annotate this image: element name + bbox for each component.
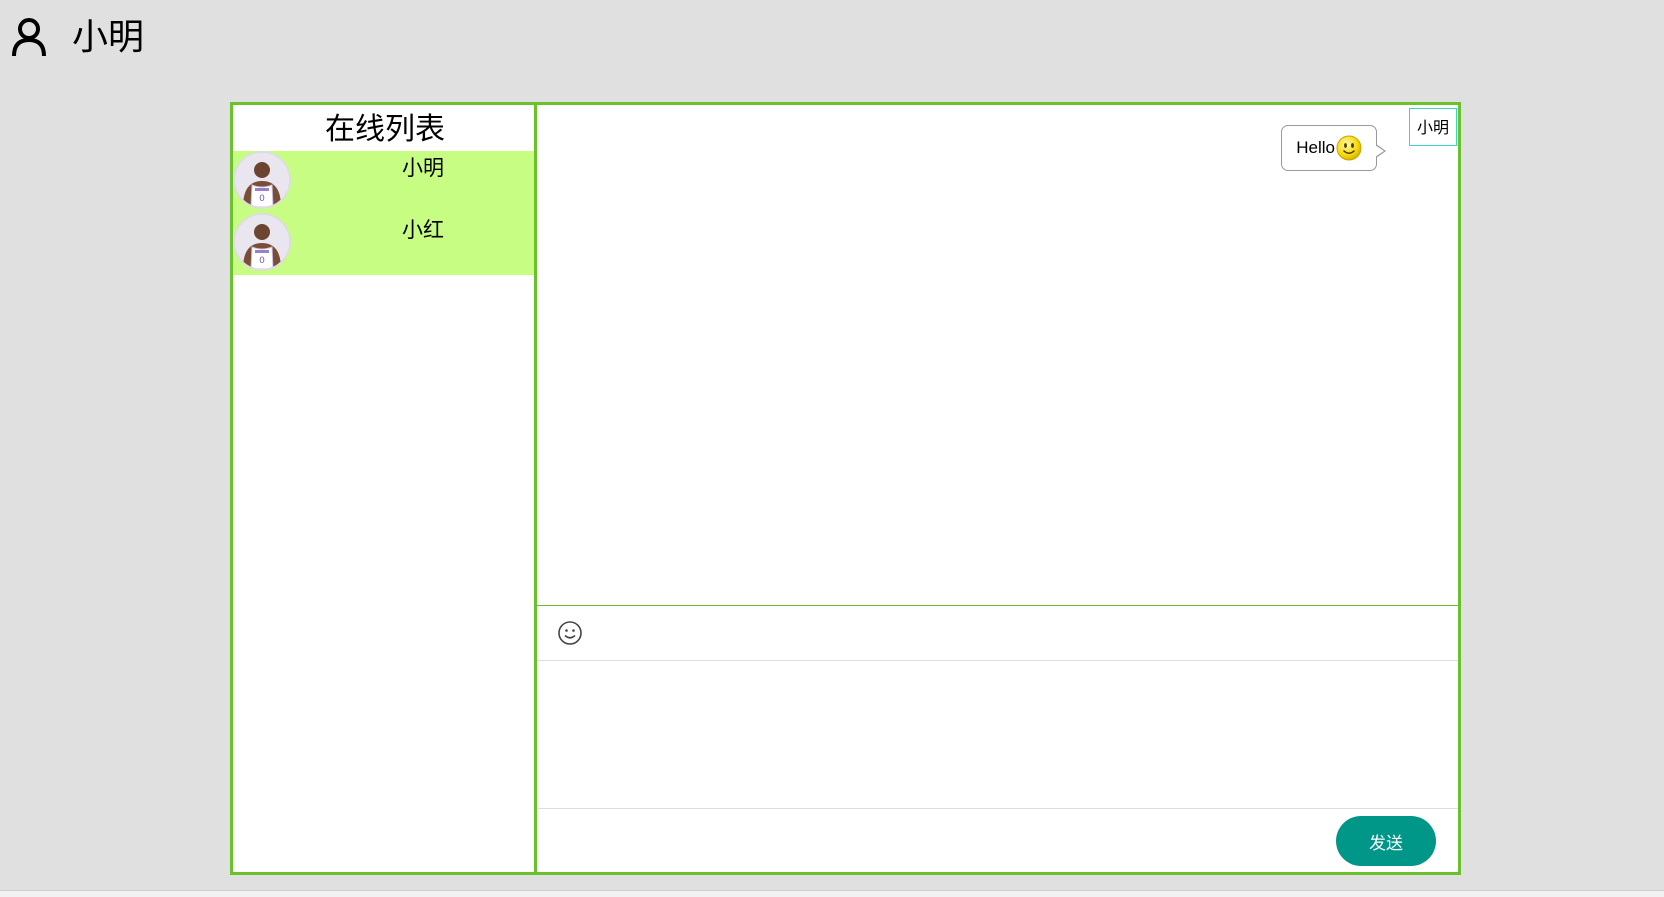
user-list-name: 小明 [402, 156, 444, 180]
user-list-item[interactable]: 0 小红 [233, 213, 534, 275]
avatar: 0 [235, 215, 289, 269]
online-user-list: 0 小明 0 小红 [233, 151, 534, 275]
user-icon [12, 18, 46, 57]
bubble-tail [1375, 144, 1386, 158]
user-list-name: 小红 [402, 218, 444, 242]
avatar: 0 [235, 153, 289, 207]
sidebar-title: 在线列表 [325, 112, 445, 147]
user-list-item[interactable]: 0 小明 [233, 151, 534, 213]
message-list[interactable]: Hello 小明 [537, 105, 1458, 606]
smiley-icon[interactable] [557, 620, 583, 646]
smiley-emoji-icon [1336, 135, 1362, 161]
chat-toolbar [537, 606, 1458, 661]
chat-panel: Hello 小明 发送 [537, 105, 1458, 872]
player-avatar-image: 0 [235, 215, 289, 269]
player-avatar-image: 0 [235, 153, 289, 207]
message-sender-tag: 小明 [1409, 108, 1457, 146]
online-sidebar: 在线列表 0 小明 0 小红 [233, 105, 537, 872]
app-header: 小明 [0, 0, 1664, 80]
message-text: Hello [1296, 138, 1335, 157]
svg-text:0: 0 [259, 194, 265, 204]
chat-window: 在线列表 0 小明 0 小红 Hello 小明 发送 [230, 102, 1461, 875]
current-username: 小明 [72, 17, 145, 58]
message-input[interactable] [537, 661, 1458, 809]
svg-text:0: 0 [259, 256, 265, 266]
send-button[interactable]: 发送 [1336, 816, 1436, 866]
message-bubble: Hello [1281, 125, 1386, 171]
